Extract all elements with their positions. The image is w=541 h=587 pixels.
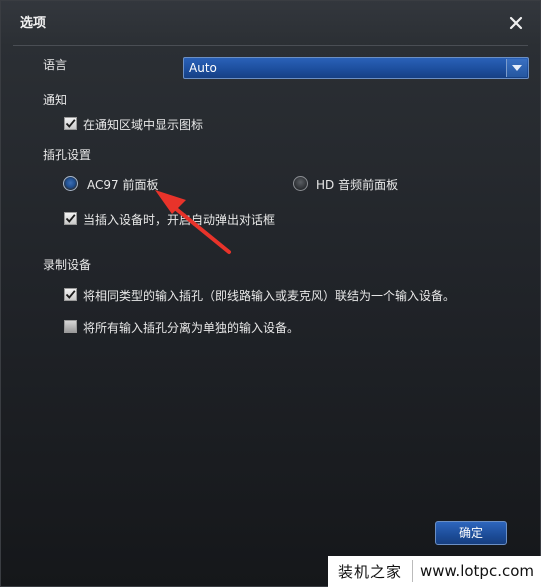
auto-popup-label: 当插入设备时，开启自动弹出对话框 [83, 213, 276, 227]
notification-section-label: 通知 [43, 93, 68, 107]
separate-inputs-label: 将所有输入插孔分离为单独的输入设备。 [83, 321, 300, 335]
watermark: 装机之家 www.lotpc.com [328, 556, 541, 587]
language-select-value: Auto [189, 61, 217, 75]
recording-device-section-label: 录制设备 [43, 258, 92, 272]
show-tray-icon-label: 在通知区域中显示图标 [83, 118, 204, 132]
checkmark-icon [65, 290, 76, 299]
title-bar: 选项 [1, 1, 540, 45]
separate-inputs-checkbox[interactable] [64, 320, 77, 333]
show-tray-icon-checkbox[interactable] [64, 117, 77, 130]
merge-inputs-checkbox[interactable] [64, 288, 77, 301]
watermark-separator [412, 560, 413, 582]
auto-popup-checkbox[interactable] [64, 212, 77, 225]
checkmark-icon [65, 214, 76, 223]
watermark-brand-text: 装机之家 [338, 563, 403, 581]
language-select[interactable]: Auto [183, 57, 529, 79]
ac97-front-panel-label: AC97 前面板 [87, 178, 159, 192]
close-icon [509, 16, 523, 30]
ok-button[interactable]: 确定 [435, 521, 507, 545]
title-divider [13, 45, 528, 46]
close-button[interactable] [506, 13, 526, 33]
hd-audio-front-panel-radio[interactable] [293, 176, 308, 191]
merge-inputs-label: 将相同类型的输入插孔（即线路输入或麦克风）联结为一个输入设备。 [83, 289, 456, 303]
chevron-down-icon [512, 65, 522, 71]
options-dialog: 选项 语言 Auto 通知 在通知区域中显示图标 插孔设置 AC97 前面板 H… [0, 0, 541, 587]
language-label: 语言 [43, 58, 68, 72]
watermark-url: www.lotpc.com [420, 562, 534, 580]
jack-settings-section-label: 插孔设置 [43, 148, 92, 162]
language-dropdown-button[interactable] [506, 59, 527, 77]
ac97-front-panel-radio[interactable] [63, 176, 78, 191]
checkmark-icon [65, 119, 76, 128]
hd-audio-front-panel-label: HD 音频前面板 [316, 178, 399, 192]
dialog-title: 选项 [20, 16, 47, 31]
